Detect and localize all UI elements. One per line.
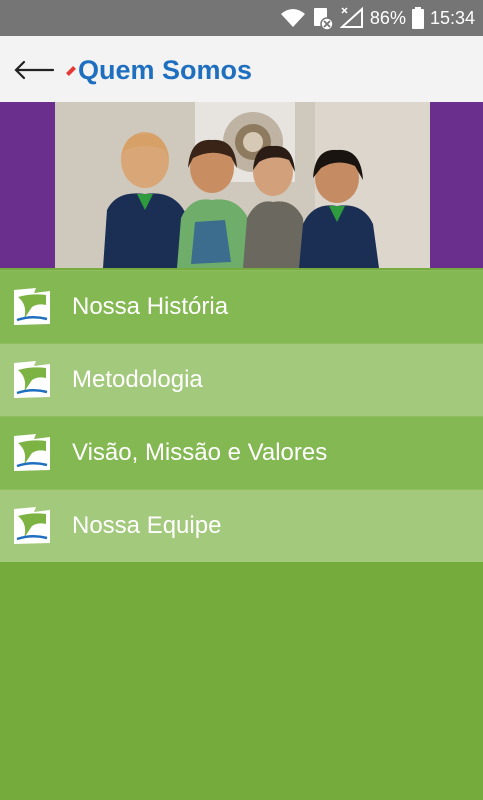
battery-percent: 86% xyxy=(369,7,406,28)
clock: 15:34 xyxy=(429,7,475,28)
page-title: Quem Somos xyxy=(78,55,253,85)
battery-icon xyxy=(411,7,424,29)
menu-item-label: Nossa História xyxy=(72,293,229,320)
menu-item-metodologia[interactable]: Metodologia xyxy=(0,343,483,416)
notification-mark xyxy=(66,66,76,76)
menu-item-nossa-equipe[interactable]: Nossa Equipe xyxy=(0,489,483,562)
empty-background xyxy=(0,562,483,800)
signal-icon xyxy=(339,7,364,29)
status-bar: 86% 15:34 xyxy=(0,0,483,36)
menu-item-label: Visão, Missão e Valores xyxy=(72,439,328,466)
menu-item-label: Nossa Equipe xyxy=(72,512,222,539)
back-button[interactable] xyxy=(12,53,56,87)
app-logo-icon xyxy=(12,433,52,473)
app-logo-icon xyxy=(12,360,52,400)
menu-item-visao-missao-valores[interactable]: Visão, Missão e Valores xyxy=(0,416,483,489)
app-bar: Quem Somos xyxy=(0,36,483,102)
arrow-left-icon xyxy=(14,60,55,80)
menu-item-nossa-historia[interactable]: Nossa História xyxy=(0,270,483,343)
wifi-icon xyxy=(280,8,306,28)
app-logo-icon xyxy=(12,287,52,327)
team-photo xyxy=(55,102,430,268)
notification-muted-icon xyxy=(312,6,334,30)
team-photo-banner xyxy=(0,102,483,268)
status-icons: 86% 15:34 xyxy=(280,0,475,36)
app-logo-icon xyxy=(12,506,52,546)
menu-item-label: Metodologia xyxy=(72,366,203,393)
menu-list: Nossa História Metodologia Visão, Missão… xyxy=(0,270,483,562)
